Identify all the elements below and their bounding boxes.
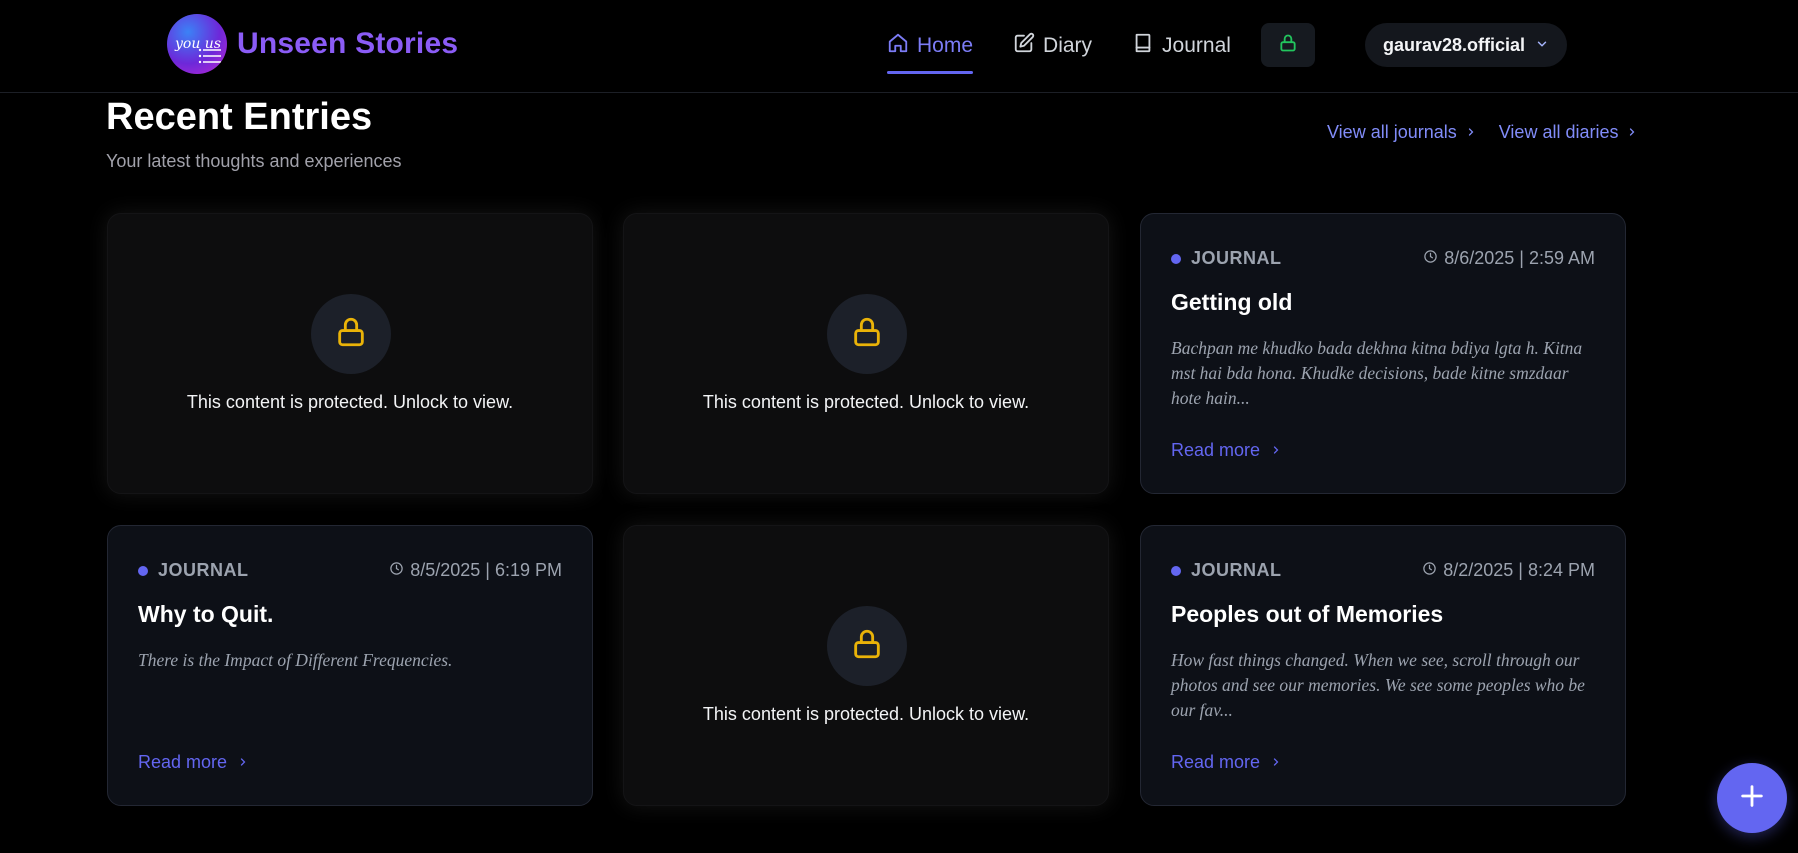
lock-toggle-button[interactable] [1261,23,1315,67]
tag-dot [138,565,148,576]
main-nav: Home Diary Journal [887,22,1271,74]
view-all-diaries-link[interactable]: View all diaries [1499,122,1639,143]
locked-message: This content is protected. Unlock to vie… [186,392,514,412]
entry-date: 8/6/2025 | 2:59 AM [1423,248,1595,269]
plus-icon [1738,782,1766,815]
nav-diary-label: Diary [1043,34,1093,57]
view-all-journals-label: View all journals [1327,122,1457,142]
entry-type: JOURNAL [158,560,249,580]
entry-type-tag: JOURNAL [1171,248,1282,269]
chevron-right-icon [1270,440,1282,461]
entry-title: Why to Quit. [138,601,274,627]
tag-dot [1171,253,1181,264]
clock-icon [1423,248,1438,269]
entry-type: JOURNAL [1191,560,1282,580]
read-more-label: Read more [1171,752,1261,772]
locked-entry-card[interactable]: This content is protected. Unlock to vie… [107,213,593,494]
nav-home-label: Home [917,34,974,57]
username: gaurav28.official [1382,34,1526,55]
entry-card[interactable]: JOURNAL 8/5/2025 | 6:19 PM Why to Quit. … [107,525,593,806]
entry-date-text: 8/5/2025 | 6:19 PM [410,560,562,580]
entry-date: 8/2/2025 | 8:24 PM [1422,560,1595,581]
nav-diary[interactable]: Diary [1013,22,1092,70]
view-links: View all journals View all diaries [1327,122,1638,143]
brand-logo: you us [167,14,227,74]
entry-excerpt: There is the Impact of Different Frequen… [138,650,453,670]
entry-excerpt: How fast things changed. When we see, sc… [1171,650,1585,720]
entry-type-tag: JOURNAL [1171,560,1282,581]
locked-message: This content is protected. Unlock to vie… [702,704,1030,724]
lock-icon [850,315,884,354]
entry-type-tag: JOURNAL [138,560,249,581]
entry-card[interactable]: JOURNAL 8/6/2025 | 2:59 AM Getting old B… [1140,213,1626,494]
entry-type: JOURNAL [1191,248,1282,268]
chevron-right-icon [1465,122,1477,143]
entry-date: 8/5/2025 | 6:19 PM [389,560,562,581]
chevron-right-icon [237,752,249,773]
locked-entry-card[interactable]: This content is protected. Unlock to vie… [623,213,1109,494]
lock-icon [850,627,884,666]
entry-title: Getting old [1171,289,1293,315]
nav-home[interactable]: Home [887,22,974,74]
view-all-diaries-label: View all diaries [1498,122,1619,142]
chevron-right-icon [1626,122,1638,143]
entry-date-text: 8/6/2025 | 2:59 AM [1444,248,1595,268]
lock-badge [827,606,907,686]
book-icon [1132,32,1154,60]
view-all-journals-link[interactable]: View all journals [1327,122,1477,143]
read-more-link[interactable]: Read more [1171,752,1282,773]
entry-excerpt: Bachpan me khudko bada dekhna kitna bdiy… [1171,338,1583,408]
nav-journal-label: Journal [1162,34,1231,57]
page-title: Recent Entries [106,96,373,138]
clock-icon [1422,560,1437,581]
brand-name: Unseen Stories [237,27,459,60]
entry-title: Peoples out of Memories [1171,601,1444,627]
lock-icon [1278,33,1298,58]
lock-badge [827,294,907,374]
read-more-label: Read more [1171,440,1261,460]
locked-message: This content is protected. Unlock to vie… [702,392,1030,412]
user-menu-button[interactable]: gaurav28.official [1365,23,1567,67]
entry-card[interactable]: JOURNAL 8/2/2025 | 8:24 PM Peoples out o… [1140,525,1626,806]
read-more-label: Read more [138,752,228,772]
lock-badge [311,294,391,374]
brand[interactable]: you us Unseen Stories [167,14,458,74]
read-more-link[interactable]: Read more [138,752,249,773]
clock-icon [389,560,404,581]
edit-icon [1013,32,1035,60]
nav-journal[interactable]: Journal [1132,22,1231,70]
top-navbar: you us Unseen Stories Home Diary Journal… [0,0,1798,93]
home-icon [887,32,909,60]
chevron-down-icon [1535,35,1549,56]
read-more-link[interactable]: Read more [1171,440,1282,461]
entry-date-text: 8/2/2025 | 8:24 PM [1443,560,1595,580]
chevron-right-icon [1270,752,1282,773]
page-subtitle: Your latest thoughts and experiences [106,151,402,171]
add-entry-button[interactable] [1717,763,1787,833]
lock-icon [334,315,368,354]
tag-dot [1171,565,1181,576]
locked-entry-card[interactable]: This content is protected. Unlock to vie… [623,525,1109,806]
